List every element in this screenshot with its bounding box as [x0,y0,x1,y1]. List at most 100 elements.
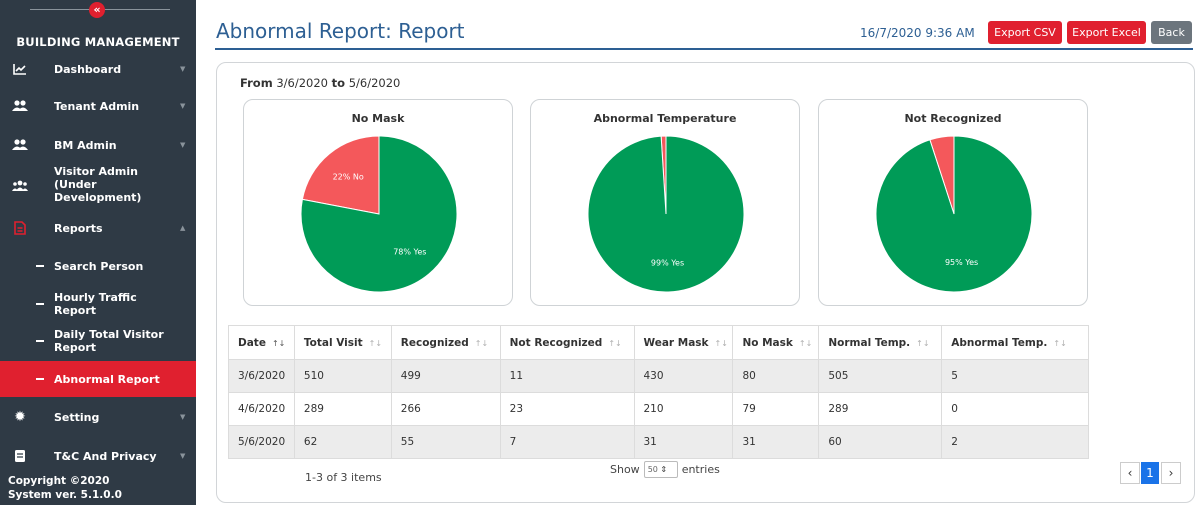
table-cell: 23 [499,392,635,426]
sort-icon[interactable]: ↑↓ [1053,339,1066,348]
back-button[interactable]: Back [1151,21,1192,44]
sort-icon[interactable]: ↑↓ [475,339,488,348]
pie-slice-label: 95% Yes [945,258,978,267]
pie-slice-label: 78% Yes [393,247,426,256]
book-icon [12,448,28,464]
table-cell: 55 [390,425,501,459]
export-csv-button[interactable]: Export CSV [988,21,1062,44]
table-row: 3/6/2020 510 499 11 430 80 505 5 [228,359,1089,393]
column-header-abnormal-temp[interactable]: Abnormal Temp. ↑↓ [941,325,1089,360]
table-cell: 62 [293,425,392,459]
column-header-no-mask[interactable]: No Mask ↑↓ [732,325,820,360]
sidebar-item-label: BM Admin [54,138,117,152]
page-size-value: 50 [647,465,658,474]
sort-icon[interactable]: ↑↓ [608,339,621,348]
column-header-normal-temp[interactable]: Normal Temp. ↑↓ [818,325,943,360]
table-cell: 31 [633,425,734,459]
sort-icon[interactable]: ↑↓ [272,339,285,348]
table-cell: 210 [633,392,734,426]
table-cell: 499 [390,359,501,393]
table-cell: 5/6/2020 [228,425,295,459]
from-date: 3/6/2020 [276,76,328,90]
table-cell: 0 [941,392,1089,426]
table-cell: 266 [390,392,501,426]
table-row: 4/6/2020 289 266 23 210 79 289 0 [228,392,1089,426]
dash-icon [36,378,44,380]
collapse-logo-icon[interactable]: « [89,2,105,18]
export-excel-button[interactable]: Export Excel [1067,21,1146,44]
sidebar-subitem-daily-total-visitor[interactable]: Daily Total Visitor Report [0,326,196,356]
sidebar-subitem-label: Hourly Traffic Report [54,291,137,317]
sidebar-item-label: Visitor Admin (Under Development) [54,165,142,204]
column-header-recognized[interactable]: Recognized ↑↓ [390,325,501,360]
sidebar-item-label: Tenant Admin [54,99,140,113]
prev-page-button[interactable]: ‹ [1120,462,1140,484]
sidebar-item-label: T&C And Privacy [54,449,157,463]
column-label: Not Recognized [509,336,603,349]
column-header-date[interactable]: Date ↑↓ [228,325,295,360]
sidebar-item-tc-privacy[interactable]: T&C And Privacy ▼ [0,445,196,467]
sidebar: « BUILDING MANAGEMENT Dashboard ▼ Tenant… [0,0,196,505]
chevron-down-icon: ▼ [180,452,186,460]
to-date: 5/6/2020 [348,76,401,90]
sidebar-item-tenant-admin[interactable]: Tenant Admin ▼ [0,95,196,117]
users-icon [12,137,28,153]
table-row: 5/6/2020 62 55 7 31 31 60 2 [228,425,1089,459]
sort-icon[interactable]: ↑↓ [369,339,382,348]
pie-chart-not-recognized: 95% Yes [875,135,1033,293]
column-header-wear-mask[interactable]: Wear Mask ↑↓ [633,325,734,360]
report-datetime: 16/7/2020 9:36 AM [860,26,975,40]
column-label: Total Visit [303,336,363,349]
chart-line-icon [12,61,28,77]
table-cell: 2 [941,425,1089,459]
table-cell: 5 [941,359,1089,393]
document-icon [12,220,28,236]
table-header-row: Date ↑↓ Total Visit ↑↓ Recognized ↑↓ Not Re… [228,325,1089,360]
from-label: From [240,76,273,90]
table-cell: 505 [818,359,943,393]
chevron-down-icon: ▼ [180,413,186,421]
copyright-text: Copyright ©2020 System ver. 5.1.0.0 [8,475,122,501]
sidebar-item-bm-admin[interactable]: BM Admin ▼ [0,134,196,156]
dash-icon [36,265,44,267]
sort-icon[interactable]: ↑↓ [715,339,728,348]
pie-chart-no-mask: 22% No 78% Yes [300,135,458,293]
column-header-not-recognized[interactable]: Not Recognized ↑↓ [499,325,635,360]
chevron-down-icon: ▼ [180,102,186,110]
sidebar-subitem-label: Daily Total Visitor Report [54,328,164,354]
column-header-total-visit[interactable]: Total Visit ↑↓ [293,325,392,360]
pie-slice [875,135,1033,293]
table-cell: 289 [818,392,943,426]
pie-card-abnormal-temperature: Abnormal Temperature 99% Yes [530,99,800,306]
table-cell: 80 [732,359,820,393]
sidebar-item-reports[interactable]: Reports ▲ [0,217,196,239]
page-title: Abnormal Report: Report [216,19,465,43]
table-cell: 11 [499,359,635,393]
page-1-button[interactable]: 1 [1141,462,1159,484]
page-size-control: Show 50 ⇕ entries [610,461,720,478]
sidebar-subitem-hourly-traffic[interactable]: Hourly Traffic Report [0,289,196,319]
column-label: Recognized [400,336,469,349]
sidebar-item-visitor-admin[interactable]: Visitor Admin (Under Development) [0,163,196,209]
next-page-button[interactable]: › [1161,462,1181,484]
table-cell: 79 [732,392,820,426]
sidebar-subitem-abnormal-report[interactable]: Abnormal Report [0,361,196,397]
column-label: No Mask [742,336,793,349]
table-cell: 7 [499,425,635,459]
updown-icon: ⇕ [660,465,668,474]
brand: « BUILDING MANAGEMENT [0,0,196,52]
sidebar-item-setting[interactable]: ✹ Setting ▼ [0,406,196,428]
pie-slice [587,135,745,293]
sidebar-item-label: Reports [54,221,103,235]
column-label: Abnormal Temp. [951,336,1048,349]
sidebar-subitem-search-person[interactable]: Search Person [0,255,196,277]
sort-icon[interactable]: ↑↓ [799,339,812,348]
page-size-select[interactable]: 50 ⇕ [643,461,678,478]
sidebar-item-label: Setting [54,410,100,424]
sidebar-item-dashboard[interactable]: Dashboard ▼ [0,58,196,80]
pie-chart-abnormal-temperature: 99% Yes [587,135,745,293]
dash-icon [36,303,44,305]
chevron-down-icon: ▼ [180,141,186,149]
sort-icon[interactable]: ↑↓ [916,339,929,348]
table-cell: 430 [633,359,734,393]
